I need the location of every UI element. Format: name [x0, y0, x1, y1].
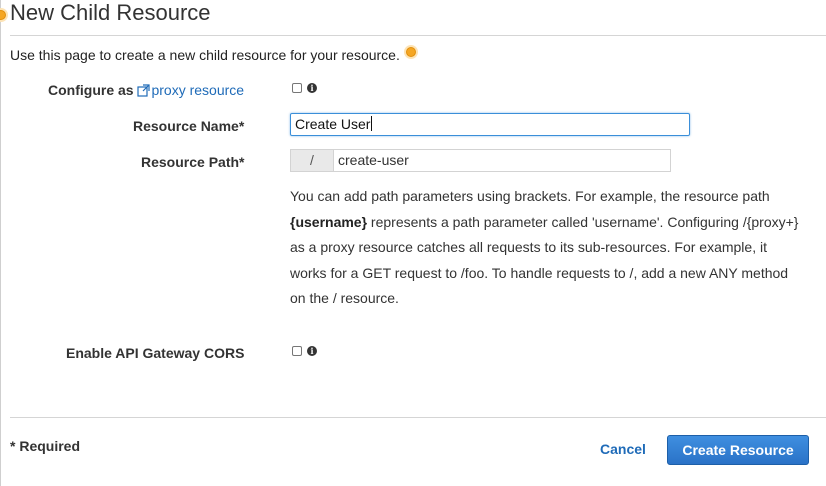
cors-checkbox[interactable] — [292, 346, 302, 356]
resource-name-label: Resource Name* — [133, 118, 245, 134]
orange-marker-icon — [0, 8, 8, 22]
configure-as-row: Configure as proxy resource — [48, 82, 244, 98]
cors-label: Enable API Gateway CORS — [66, 345, 245, 361]
configure-as-label: Configure as — [48, 82, 134, 98]
help-text-part2: represents a path parameter called 'user… — [290, 213, 799, 307]
page-intro: Use this page to create a new child reso… — [10, 47, 400, 63]
resource-path-input[interactable]: create-user — [333, 149, 671, 172]
required-note: * Required — [10, 438, 81, 454]
resource-path-prefix: / — [290, 149, 333, 172]
external-link-icon — [137, 84, 151, 97]
path-help-text: You can add path parameters using bracke… — [290, 184, 800, 312]
resource-name-input[interactable]: Create User — [290, 113, 690, 136]
create-resource-button[interactable]: Create Resource — [667, 435, 809, 465]
page-title: New Child Resource — [10, 0, 211, 25]
cancel-button[interactable]: Cancel — [600, 441, 646, 457]
info-icon[interactable]: i — [307, 83, 317, 93]
footer-divider — [10, 417, 826, 418]
proxy-resource-link-text: proxy resource — [151, 82, 245, 98]
text-caret — [371, 116, 373, 131]
title-divider — [10, 35, 826, 36]
help-text-bold: {username} — [290, 213, 368, 230]
help-text-part1: You can add path parameters using bracke… — [290, 188, 770, 204]
proxy-resource-link[interactable]: proxy resource — [137, 82, 244, 98]
resource-name-value: Create User — [295, 116, 371, 132]
resource-path-label: Resource Path* — [141, 154, 245, 170]
orange-marker-icon — [404, 45, 418, 59]
proxy-resource-checkbox[interactable] — [292, 83, 302, 93]
info-icon[interactable]: i — [307, 346, 317, 356]
left-border — [0, 0, 1, 486]
